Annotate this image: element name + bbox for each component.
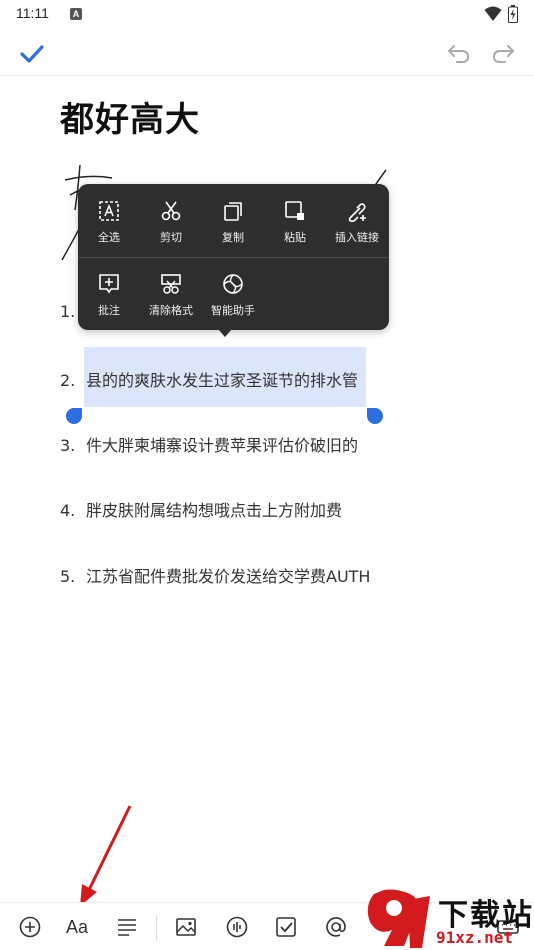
list-number: 4. [60,501,76,520]
checkbox-icon[interactable] [274,915,298,939]
status-time: 11:11 [16,5,49,21]
menu-label: 智能助手 [211,304,255,317]
paste-icon [285,201,304,220]
list-number: 3. [60,436,76,455]
menu-insert-link[interactable]: 插入链接 [326,200,388,260]
document-title[interactable]: 都好高大 [60,92,200,141]
menu-pointer [218,329,232,337]
selection-end-handle[interactable] [367,408,383,424]
list-number: 2. [60,371,76,390]
list-item-text: 江苏省配件费批发价发送给交学费AUTH [86,567,371,586]
menu-divider [78,257,389,258]
menu-label: 粘贴 [284,231,306,244]
link-icon [348,203,366,222]
list-item[interactable]: 4. 胖皮肤附属结构想哦点击上方附加费 [60,497,342,521]
select-all-icon [99,201,119,221]
menu-copy[interactable]: 复制 [202,200,264,260]
redo-icon[interactable] [490,40,516,66]
wifi-icon [484,6,502,21]
ai-assistant-icon [223,274,243,294]
list-item-text: 胖皮肤附属结构想哦点击上方附加费 [86,501,343,520]
list-item-text: 县的的爽肤水发生过家圣诞节的排水管 [86,371,359,390]
undo-icon[interactable] [446,40,472,66]
menu-label: 清除格式 [149,304,193,317]
watermark-url: 91xz.net [436,928,514,947]
plus-circle-icon[interactable] [18,915,42,939]
menu-select-all[interactable]: 全选 [78,200,140,260]
menu-label: 批注 [98,304,120,317]
image-icon[interactable] [174,915,198,939]
menu-label: 插入链接 [335,231,379,244]
list-item[interactable]: 5. 江苏省配件费批发价发送给交学费AUTH [60,563,370,587]
copy-icon [224,202,242,221]
comment-icon [99,274,119,294]
list-item[interactable]: 2. 县的的爽肤水发生过家圣诞节的排水管 [60,367,358,391]
font-format-button[interactable]: Aa [66,917,88,938]
clear-format-icon [161,274,181,294]
top-toolbar [0,36,534,76]
text-context-menu: 全选 剪切 复制 粘贴 插入链接 批注 清除格式 智能助手 [78,184,389,330]
menu-comment[interactable]: 批注 [78,273,140,333]
status-bar: 11:11 A [0,0,534,28]
selection-start-handle[interactable] [66,408,82,424]
align-icon[interactable] [115,915,139,939]
battery-icon [508,5,518,23]
notification-badge-icon: A [70,8,82,20]
menu-paste[interactable]: 粘贴 [264,200,326,260]
list-number: 5. [60,567,76,586]
scissors-icon [161,201,181,221]
menu-label: 全选 [98,231,120,244]
mention-icon[interactable] [324,915,348,939]
menu-ai-assistant[interactable]: 智能助手 [202,273,264,333]
menu-label: 剪切 [160,231,182,244]
audio-icon[interactable] [225,915,249,939]
menu-cut[interactable]: 剪切 [140,200,202,260]
menu-clear-format[interactable]: 清除格式 [140,273,202,333]
menu-label: 复制 [222,231,244,244]
list-item[interactable]: 3. 件大胖柬埔寨设计费苹果评估价破旧的 [60,432,358,456]
red-pointer-arrow [80,805,132,906]
done-check-icon[interactable] [18,40,46,68]
toolbar-divider [156,915,157,941]
list-item-text: 件大胖柬埔寨设计费苹果评估价破旧的 [86,436,359,455]
